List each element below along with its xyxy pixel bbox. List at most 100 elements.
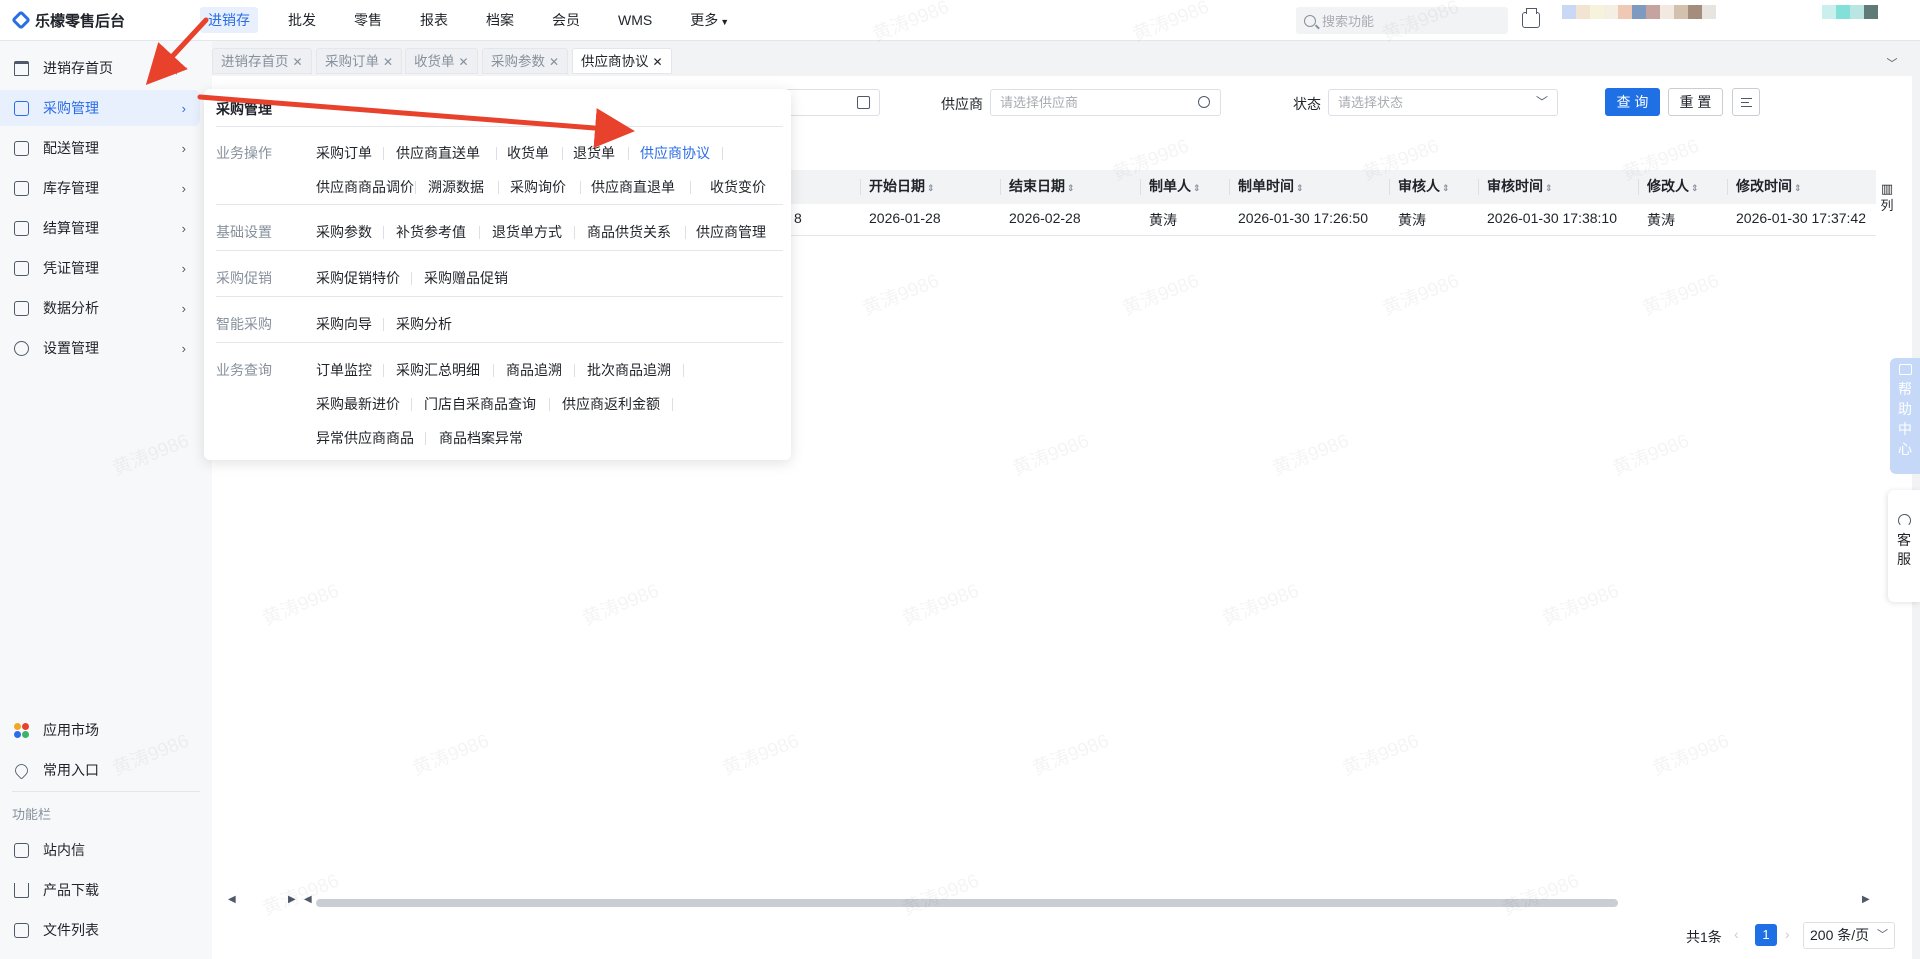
- mega-link-latest-price[interactable]: 采购最新进价: [316, 394, 400, 414]
- column-header-modifier[interactable]: 修改人 ⇕: [1647, 176, 1699, 196]
- close-icon[interactable]: ✕: [293, 55, 303, 69]
- scroll-left-icon[interactable]: ◀: [228, 894, 236, 905]
- mega-link-purchase-order[interactable]: 采购订单: [316, 143, 372, 163]
- mega-link-abnormal-supplier-goods[interactable]: 异常供应商商品: [316, 428, 414, 448]
- chevron-down-icon[interactable]: ﹀: [1880, 52, 1904, 76]
- sidebar-item-inventory-home[interactable]: 进销存首页 |⇤: [0, 50, 200, 86]
- sidebar-item-downloads[interactable]: 产品下载: [0, 872, 200, 908]
- mega-link-supply-relation[interactable]: 商品供货关系: [587, 222, 671, 242]
- sidebar-item-settings[interactable]: 设置管理 ›: [0, 330, 200, 366]
- date-range-field[interactable]: [780, 89, 880, 116]
- sort-icon[interactable]: ⇕: [1067, 183, 1075, 193]
- sort-icon[interactable]: ⇕: [1296, 183, 1304, 193]
- mega-link-promo-special-price[interactable]: 采购促销特价: [316, 268, 400, 288]
- mega-link-promo-gift[interactable]: 采购赠品促销: [424, 268, 508, 288]
- column-header-created-at[interactable]: 制单时间 ⇕: [1238, 176, 1304, 196]
- tab-receipt[interactable]: 收货单 ✕: [405, 48, 478, 74]
- horizontal-scrollbar[interactable]: [316, 899, 1618, 907]
- sort-icon[interactable]: ⇕: [1545, 183, 1553, 193]
- mega-link-replenish-reference[interactable]: 补货参考值: [396, 222, 466, 242]
- mega-link-supplier-direct-return[interactable]: 供应商直退单: [591, 177, 675, 197]
- user-avatar-area[interactable]: [1562, 5, 1722, 33]
- mega-link-return[interactable]: 退货单: [573, 143, 615, 163]
- sort-icon[interactable]: ⇕: [1193, 183, 1201, 193]
- topnav-item-retail[interactable]: 零售: [346, 7, 390, 33]
- customer-service-tab[interactable]: 客 服: [1888, 490, 1920, 602]
- mega-link-product-trace[interactable]: 商品追溯: [506, 360, 562, 380]
- scroll-right-icon[interactable]: ▶: [288, 894, 296, 905]
- column-header-creator[interactable]: 制单人 ⇕: [1149, 176, 1201, 196]
- query-button[interactable]: 查 询: [1605, 88, 1660, 116]
- close-icon[interactable]: ✕: [549, 55, 559, 69]
- topnav-item-more[interactable]: 更多 ▼: [682, 7, 737, 33]
- topnav-item-inventory[interactable]: 进销存: [200, 7, 258, 33]
- tab-purchase-order[interactable]: 采购订单 ✕: [316, 48, 403, 74]
- tab-purchase-params[interactable]: 采购参数 ✕: [482, 48, 569, 74]
- sidebar-item-stock[interactable]: 库存管理 ›: [0, 170, 200, 206]
- status-select[interactable]: 请选择状态 ﹀: [1328, 89, 1558, 116]
- topnav-item-members[interactable]: 会员: [544, 7, 588, 33]
- sidebar-item-files[interactable]: 文件列表: [0, 912, 200, 948]
- mega-link-product-archive-abnormal[interactable]: 商品档案异常: [439, 428, 523, 448]
- sort-icon[interactable]: ⇕: [1442, 183, 1450, 193]
- sidebar-item-favorites[interactable]: 常用入口: [0, 752, 200, 788]
- page-size-select[interactable]: 200 条/页 ﹀: [1803, 922, 1895, 949]
- sort-icon[interactable]: ⇕: [1794, 183, 1802, 193]
- mega-link-supplier-direct[interactable]: 供应商直送单: [396, 143, 480, 163]
- close-icon[interactable]: ✕: [653, 55, 663, 69]
- topnav-item-wholesale[interactable]: 批发: [280, 7, 324, 33]
- column-settings-button[interactable]: ▥ 列: [1880, 180, 1894, 214]
- column-header-end-date[interactable]: 结束日期 ⇕: [1009, 176, 1075, 196]
- sort-icon[interactable]: ⇕: [927, 183, 935, 193]
- mega-link-purchase-inquiry[interactable]: 采购询价: [510, 177, 566, 197]
- sidebar-item-analytics[interactable]: 数据分析 ›: [0, 290, 200, 326]
- sidebar-item-purchase[interactable]: 采购管理 ›: [0, 90, 200, 126]
- mega-link-return-method[interactable]: 退货单方式: [492, 222, 562, 242]
- next-page-icon[interactable]: ›: [1785, 926, 1790, 942]
- mega-link-purchase-params[interactable]: 采购参数: [316, 222, 372, 242]
- topnav-item-reports[interactable]: 报表: [412, 7, 456, 33]
- mega-link-purchase-analysis[interactable]: 采购分析: [396, 314, 452, 334]
- collapse-icon[interactable]: |⇤: [175, 61, 188, 75]
- mega-link-batch-trace[interactable]: 批次商品追溯: [587, 360, 671, 380]
- help-center-tab[interactable]: 帮 助 中 心: [1890, 358, 1920, 474]
- mega-link-store-self-purchase[interactable]: 门店自采商品查询: [424, 394, 536, 414]
- reset-button[interactable]: 重 置: [1668, 88, 1723, 116]
- column-header-start-date[interactable]: 开始日期 ⇕: [869, 176, 935, 196]
- function-search[interactable]: 搜索功能: [1296, 7, 1508, 34]
- sidebar-item-messages[interactable]: 站内信: [0, 832, 200, 868]
- mega-link-receipt[interactable]: 收货单: [507, 143, 549, 163]
- app-logo[interactable]: 乐檬零售后台: [0, 10, 200, 31]
- mega-link-purchase-wizard[interactable]: 采购向导: [316, 314, 372, 334]
- close-icon[interactable]: ✕: [459, 55, 469, 69]
- prev-page-icon[interactable]: ‹: [1734, 926, 1739, 942]
- sort-icon[interactable]: ⇕: [1691, 183, 1699, 193]
- mega-link-trace-data[interactable]: 溯源数据: [428, 177, 484, 197]
- topnav-item-archives[interactable]: 档案: [478, 7, 522, 33]
- filter-settings-button[interactable]: [1732, 88, 1760, 116]
- mega-link-order-monitor[interactable]: 订单监控: [316, 360, 372, 380]
- column-header-modified-at[interactable]: 修改时间 ⇕: [1736, 176, 1802, 196]
- topnav-item-wms[interactable]: WMS: [610, 7, 660, 33]
- scroll-left-icon[interactable]: ◀: [304, 894, 312, 905]
- supplier-select[interactable]: 请选择供应商: [990, 89, 1221, 116]
- sidebar-item-app-market[interactable]: 应用市场: [0, 712, 200, 748]
- mega-link-receipt-price-change[interactable]: 收货变价: [710, 177, 766, 197]
- tab-inventory-home[interactable]: 进销存首页 ✕: [212, 48, 312, 74]
- user-name-area[interactable]: [1822, 5, 1882, 33]
- mega-link-purchase-summary[interactable]: 采购汇总明细: [396, 360, 480, 380]
- scroll-right-icon[interactable]: ▶: [1862, 894, 1870, 905]
- print-icon[interactable]: [1522, 8, 1540, 28]
- sidebar-item-voucher[interactable]: 凭证管理 ›: [0, 250, 200, 286]
- mega-link-supplier-price-adjust[interactable]: 供应商商品调价: [316, 177, 414, 197]
- sidebar-item-settlement[interactable]: 结算管理 ›: [0, 210, 200, 246]
- tab-supplier-agreement[interactable]: 供应商协议 ✕: [572, 48, 672, 74]
- mega-link-supplier-agreement[interactable]: 供应商协议: [640, 143, 710, 163]
- column-header-auditor[interactable]: 审核人 ⇕: [1398, 176, 1450, 196]
- sidebar-item-delivery[interactable]: 配送管理 ›: [0, 130, 200, 166]
- page-number[interactable]: 1: [1755, 924, 1777, 946]
- column-header-audited-at[interactable]: 审核时间 ⇕: [1487, 176, 1553, 196]
- close-icon[interactable]: ✕: [383, 55, 393, 69]
- mega-link-supplier-management[interactable]: 供应商管理: [696, 222, 766, 242]
- mega-link-supplier-rebate[interactable]: 供应商返利金额: [562, 394, 660, 414]
